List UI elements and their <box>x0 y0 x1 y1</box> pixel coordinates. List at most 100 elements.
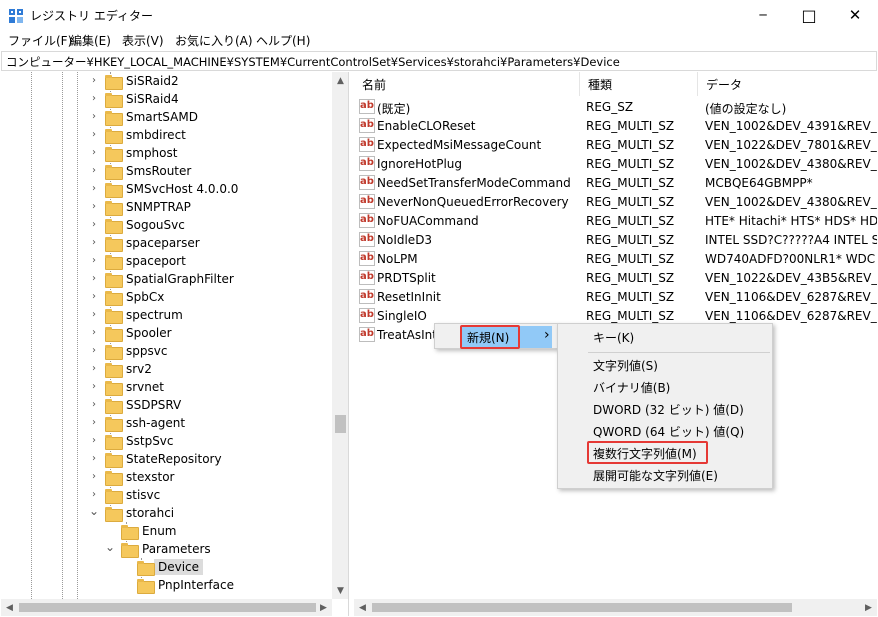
submenu-key[interactable]: キー(K) <box>593 327 634 347</box>
tree-item[interactable]: › srv2 <box>89 360 152 378</box>
menu-help[interactable]: ヘルプ(H) <box>256 32 310 49</box>
tree-item[interactable]: Device <box>121 558 204 576</box>
value-row[interactable]: ab PRDTSplit REG_MULTI_SZ VEN_1022&DEV_43B5… <box>354 269 877 288</box>
tree-item[interactable]: › SMSvcHost 4.0.0.0 <box>89 180 238 198</box>
tree-item[interactable]: › ssh-agent <box>89 414 185 432</box>
tree-horizontal-scrollbar[interactable]: ◀ ▶ <box>1 599 332 616</box>
scroll-thumb[interactable] <box>335 415 346 433</box>
column-header-type[interactable]: 種類 <box>580 72 698 96</box>
value-row[interactable]: ab NoFUACommand REG_MULTI_SZ HTE* Hitachi* … <box>354 212 877 231</box>
tree-item[interactable]: › SogouSvc <box>89 216 185 234</box>
key-tree[interactable]: › SiSRaid2 › SiSRaid4 › SmartSAMD › smbdirect › s… <box>1 72 349 616</box>
tree-item[interactable]: › SpbCx <box>89 288 164 306</box>
chevron-right-icon[interactable]: › <box>89 184 99 194</box>
tree-item[interactable]: › spaceport <box>89 252 186 270</box>
tree-item[interactable]: › sppsvc <box>89 342 167 360</box>
submenu-binary-value[interactable]: バイナリ値(B) <box>593 377 670 397</box>
tree-item[interactable]: › SmsRouter <box>89 162 191 180</box>
tree-item[interactable]: ⌄ storahci <box>89 504 174 522</box>
address-bar[interactable]: コンピューター¥HKEY_LOCAL_MACHINE¥SYSTEM¥Curren… <box>1 51 877 71</box>
tree-item[interactable]: PnpInterface <box>121 576 234 594</box>
tree-item[interactable]: › SSDPSRV <box>89 396 181 414</box>
chevron-right-icon[interactable]: › <box>89 472 99 482</box>
chevron-right-icon[interactable]: › <box>89 274 99 284</box>
chevron-right-icon[interactable]: › <box>89 202 99 212</box>
chevron-right-icon[interactable]: › <box>89 454 99 464</box>
chevron-right-icon[interactable]: › <box>89 238 99 248</box>
list-horizontal-scrollbar[interactable]: ◀ ▶ <box>354 599 877 616</box>
tree-item[interactable]: › smphost <box>89 144 177 162</box>
tree-item[interactable]: › smbdirect <box>89 126 186 144</box>
scroll-right-icon[interactable]: ▶ <box>315 599 332 616</box>
submenu-expandable-string-value[interactable]: 展開可能な文字列値(E) <box>593 465 718 485</box>
minimize-button[interactable]: ─ <box>740 0 786 30</box>
context-menu: 新規(N) › <box>434 323 558 349</box>
value-row[interactable]: ab IgnoreHotPlug REG_MULTI_SZ VEN_1002&DEV_… <box>354 155 877 174</box>
tree-item[interactable]: › spaceparser <box>89 234 200 252</box>
scroll-down-icon[interactable]: ▼ <box>332 582 348 599</box>
chevron-right-icon[interactable]: › <box>89 364 99 374</box>
tree-item[interactable]: › spectrum <box>89 306 183 324</box>
chevron-right-icon[interactable]: › <box>89 256 99 266</box>
chevron-right-icon[interactable]: › <box>89 220 99 230</box>
value-row[interactable]: ab NoIdleD3 REG_MULTI_SZ INTEL SSD?C?????A4… <box>354 231 877 250</box>
scroll-right-icon[interactable]: ▶ <box>860 599 877 616</box>
submenu-dword-value[interactable]: DWORD (32 ビット) 値(D) <box>593 399 744 419</box>
chevron-right-icon[interactable]: › <box>89 310 99 320</box>
value-row[interactable]: ab NeverNonQueuedErrorRecovery REG_MULTI_S… <box>354 193 877 212</box>
chevron-right-icon[interactable]: › <box>89 436 99 446</box>
value-row[interactable]: ab (既定) REG_SZ (値の設定なし) <box>354 98 877 117</box>
chevron-right-icon[interactable]: › <box>89 382 99 392</box>
scroll-left-icon[interactable]: ◀ <box>1 599 18 616</box>
tree-vertical-scrollbar[interactable]: ▲ ▼ <box>332 72 348 599</box>
chevron-right-icon[interactable]: › <box>89 292 99 302</box>
scroll-thumb[interactable] <box>19 603 316 612</box>
scroll-up-icon[interactable]: ▲ <box>332 72 348 89</box>
chevron-right-icon[interactable]: › <box>89 328 99 338</box>
value-row[interactable]: ab EnableCLOReset REG_MULTI_SZ VEN_1002&DEV… <box>354 117 877 136</box>
tree-item[interactable]: › StateRepository <box>89 450 222 468</box>
chevron-down-icon[interactable]: ⌄ <box>105 541 115 554</box>
chevron-right-icon[interactable]: › <box>89 346 99 356</box>
string-value-icon: ab <box>359 213 375 228</box>
value-row[interactable]: ab NeedSetTransferModeCommand REG_MULTI_SZ… <box>354 174 877 193</box>
chevron-right-icon[interactable]: › <box>89 112 99 122</box>
menu-favorites[interactable]: お気に入り(A) <box>175 32 253 49</box>
scroll-thumb[interactable] <box>372 603 792 612</box>
tree-item[interactable]: › stexstor <box>89 468 174 486</box>
maximize-button[interactable]: □ <box>786 0 832 30</box>
submenu-qword-value[interactable]: QWORD (64 ビット) 値(Q) <box>593 421 744 441</box>
tree-item[interactable]: Enum <box>105 522 176 540</box>
chevron-right-icon[interactable]: › <box>89 166 99 176</box>
chevron-right-icon[interactable]: › <box>89 418 99 428</box>
tree-item[interactable]: › SstpSvc <box>89 432 174 450</box>
value-row[interactable]: ab ExpectedMsiMessageCount REG_MULTI_SZ VEN… <box>354 136 877 155</box>
tree-item[interactable]: › SpatialGraphFilter <box>89 270 234 288</box>
tree-item[interactable]: › SmartSAMD <box>89 108 198 126</box>
chevron-right-icon[interactable]: › <box>89 490 99 500</box>
column-header-name[interactable]: 名前 <box>354 72 580 96</box>
close-button[interactable]: ✕ <box>832 0 878 30</box>
menu-edit[interactable]: 編集(E) <box>70 32 111 49</box>
value-row[interactable]: ab ResetInInit REG_MULTI_SZ VEN_1106&DEV_62… <box>354 288 877 307</box>
submenu-string-value[interactable]: 文字列値(S) <box>593 355 658 375</box>
chevron-right-icon[interactable]: › <box>89 148 99 158</box>
menu-file[interactable]: ファイル(F) <box>8 32 72 49</box>
value-row[interactable]: ab NoLPM REG_MULTI_SZ WD740ADFD?00NLR1* WDC… <box>354 250 877 269</box>
tree-item[interactable]: ⌄ Parameters <box>105 540 211 558</box>
tree-item[interactable]: › stisvc <box>89 486 160 504</box>
column-header-data[interactable]: データ <box>698 72 877 96</box>
chevron-right-icon[interactable]: › <box>89 130 99 140</box>
tree-item[interactable]: › Spooler <box>89 324 172 342</box>
tree-item[interactable]: › SiSRaid4 <box>89 90 179 108</box>
tree-item[interactable]: › srvnet <box>89 378 164 396</box>
menu-view[interactable]: 表示(V) <box>122 32 164 49</box>
chevron-down-icon[interactable]: ⌄ <box>89 505 99 518</box>
tree-item[interactable]: › SNMPTRAP <box>89 198 191 216</box>
string-value-icon: ab <box>359 232 375 247</box>
chevron-right-icon[interactable]: › <box>89 400 99 410</box>
tree-item[interactable]: › SiSRaid2 <box>89 72 179 90</box>
chevron-right-icon[interactable]: › <box>89 94 99 104</box>
scroll-left-icon[interactable]: ◀ <box>354 599 371 616</box>
chevron-right-icon[interactable]: › <box>89 76 99 86</box>
